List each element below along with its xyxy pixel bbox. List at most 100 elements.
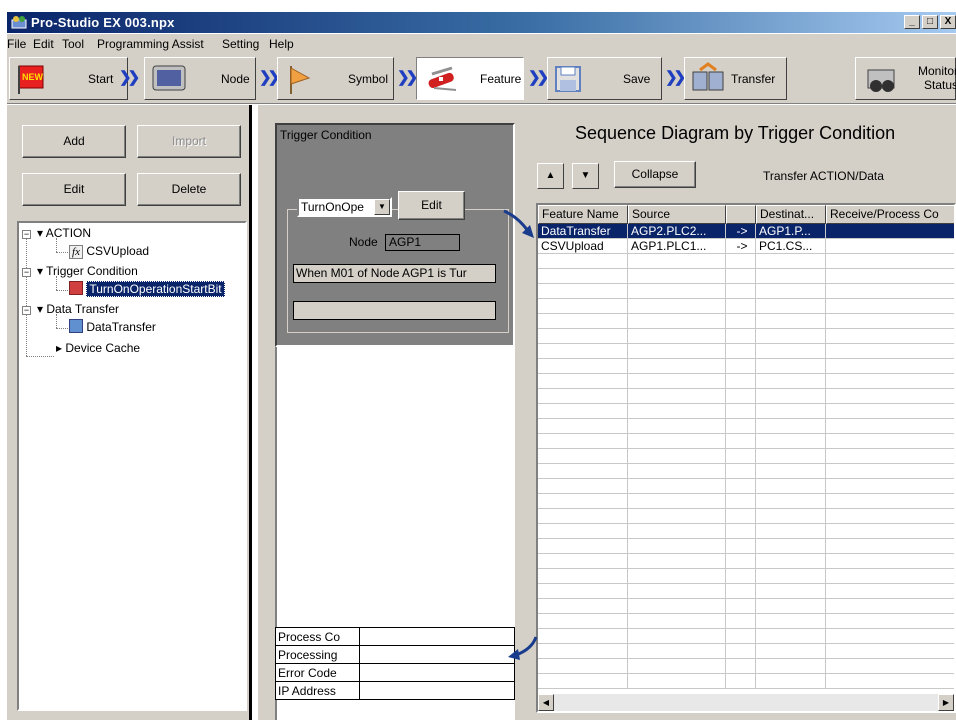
empty-grid-cell <box>628 434 726 449</box>
empty-grid-cell <box>628 494 726 509</box>
feature-step-button[interactable]: Feature <box>416 57 524 100</box>
chevron-down-icon[interactable]: ▼ <box>374 199 390 215</box>
column-header-receive-process[interactable]: Receive/Process Co <box>826 205 954 224</box>
tree-item-trigger-condition[interactable]: ▾ Trigger Condition <box>37 264 138 278</box>
menu-edit[interactable]: Edit <box>33 37 54 51</box>
symbol-step-button[interactable]: Symbol <box>277 57 394 100</box>
empty-grid-row <box>538 509 954 524</box>
tree-item-action[interactable]: ▾ ACTION <box>37 226 91 240</box>
maximize-button[interactable]: □ <box>922 15 938 29</box>
empty-grid-cell <box>538 509 628 524</box>
menu-help[interactable]: Help <box>269 37 294 51</box>
cell-destination: PC1.CS... <box>756 239 826 254</box>
empty-grid-cell <box>826 539 954 554</box>
menu-file[interactable]: File <box>7 37 26 51</box>
expand-data-transfer-toggle[interactable]: − <box>22 306 31 315</box>
minimize-button[interactable]: _ <box>904 15 920 29</box>
empty-grid-cell <box>628 584 726 599</box>
floppy-icon <box>555 66 581 92</box>
expand-action-toggle[interactable]: − <box>22 230 31 239</box>
empty-grid-cell <box>538 329 628 344</box>
monitor-status-button[interactable]: Monitor Status <box>855 57 956 100</box>
empty-grid-cell <box>538 434 628 449</box>
empty-grid-cell <box>538 314 628 329</box>
table-row[interactable]: DataTransfer AGP2.PLC2... -> AGP1.P... <box>538 224 954 239</box>
empty-grid-cell <box>726 464 756 479</box>
status-row: Processing <box>275 645 515 664</box>
start-step-button[interactable]: NEW Start <box>9 57 128 100</box>
tree-item-device-cache[interactable]: ▸ Device Cache <box>56 341 140 355</box>
empty-grid-cell <box>726 599 756 614</box>
node-value-field: AGP1 <box>385 234 460 251</box>
status-table: Process Co Processing Error Code IP Addr… <box>275 627 515 700</box>
empty-grid-cell <box>726 434 756 449</box>
tree-item-data-transfer[interactable]: ▾ Data Transfer <box>37 302 119 316</box>
window-title: Pro-Studio EX 003.npx <box>31 15 175 30</box>
step-arrow-icon: ❯❯ <box>119 69 140 86</box>
add-button[interactable]: Add <box>22 125 126 158</box>
tree-item-turnon[interactable]: TurnOnOperationStartBit <box>69 281 225 297</box>
empty-grid-cell <box>726 554 756 569</box>
monitor-icon <box>152 65 186 91</box>
horizontal-scrollbar[interactable]: ◀ ▶ <box>538 694 954 711</box>
empty-grid-cell <box>756 629 826 644</box>
empty-grid-row <box>538 494 954 509</box>
empty-grid-row <box>538 479 954 494</box>
column-header-destination[interactable]: Destinat... <box>756 205 826 224</box>
app-icon <box>11 16 27 29</box>
transfer-step-button[interactable]: Transfer <box>684 57 787 100</box>
menu-programming-assist[interactable]: Programming Assist <box>97 37 204 51</box>
column-header-source[interactable]: Source <box>628 205 726 224</box>
edit-button[interactable]: Edit <box>22 173 126 206</box>
node-step-button[interactable]: Node <box>144 57 256 100</box>
move-up-button[interactable]: ▲ <box>537 163 564 189</box>
save-step-label: Save <box>623 72 651 86</box>
delete-button[interactable]: Delete <box>137 173 241 206</box>
empty-grid-row <box>538 674 954 689</box>
triangle-down-icon: ▼ <box>580 170 591 181</box>
empty-grid-cell <box>628 269 726 284</box>
collapse-button[interactable]: Collapse <box>614 161 696 188</box>
empty-grid-cell <box>726 359 756 374</box>
empty-grid-row <box>538 344 954 359</box>
transfer-step-label: Transfer <box>731 72 776 86</box>
empty-grid-cell <box>726 389 756 404</box>
scroll-right-icon[interactable]: ▶ <box>938 694 954 711</box>
empty-grid-cell <box>756 314 826 329</box>
close-button[interactable]: X <box>940 15 956 29</box>
menu-setting[interactable]: Setting <box>222 37 259 51</box>
empty-grid-cell <box>826 599 954 614</box>
empty-grid-cell <box>756 539 826 554</box>
empty-grid-cell <box>826 374 954 389</box>
empty-grid-cell <box>628 404 726 419</box>
column-header-feature-name[interactable]: Feature Name <box>538 205 628 224</box>
import-button[interactable]: Import <box>137 125 241 158</box>
empty-grid-cell <box>628 374 726 389</box>
column-header-arrow[interactable] <box>726 205 756 224</box>
empty-grid-cell <box>628 479 726 494</box>
menu-tool[interactable]: Tool <box>62 37 84 51</box>
table-row[interactable]: CSVUpload AGP1.PLC1... -> PC1.CS... <box>538 239 954 254</box>
cell-source: AGP2.PLC2... <box>628 224 726 239</box>
expand-trigger-toggle[interactable]: − <box>22 268 31 277</box>
empty-grid-cell <box>726 479 756 494</box>
binoculars-icon <box>867 69 895 92</box>
empty-grid-cell <box>726 524 756 539</box>
cell-feature-name: DataTransfer <box>538 224 628 239</box>
condition-text-field: When M01 of Node AGP1 is Tur <box>293 264 496 283</box>
left-pane: Add Import Edit Delete − ▾ ACTION fx CSV… <box>7 105 252 720</box>
monitor-status-label: Monitor Status <box>918 64 956 92</box>
empty-grid-cell <box>726 584 756 599</box>
empty-grid-cell <box>628 539 726 554</box>
tree-item-datatransfer[interactable]: DataTransfer <box>69 319 156 334</box>
tree-item-csvupload[interactable]: fx CSVUpload <box>69 244 149 259</box>
scroll-left-icon[interactable]: ◀ <box>538 694 554 711</box>
trigger-select[interactable]: TurnOnOpe ▼ <box>297 197 392 217</box>
empty-grid-cell <box>538 659 628 674</box>
save-step-button[interactable]: Save <box>547 57 662 100</box>
empty-grid-cell <box>756 284 826 299</box>
trigger-edit-button[interactable]: Edit <box>398 191 465 220</box>
empty-grid-row <box>538 569 954 584</box>
move-down-button[interactable]: ▼ <box>572 163 599 189</box>
empty-grid-cell <box>826 299 954 314</box>
